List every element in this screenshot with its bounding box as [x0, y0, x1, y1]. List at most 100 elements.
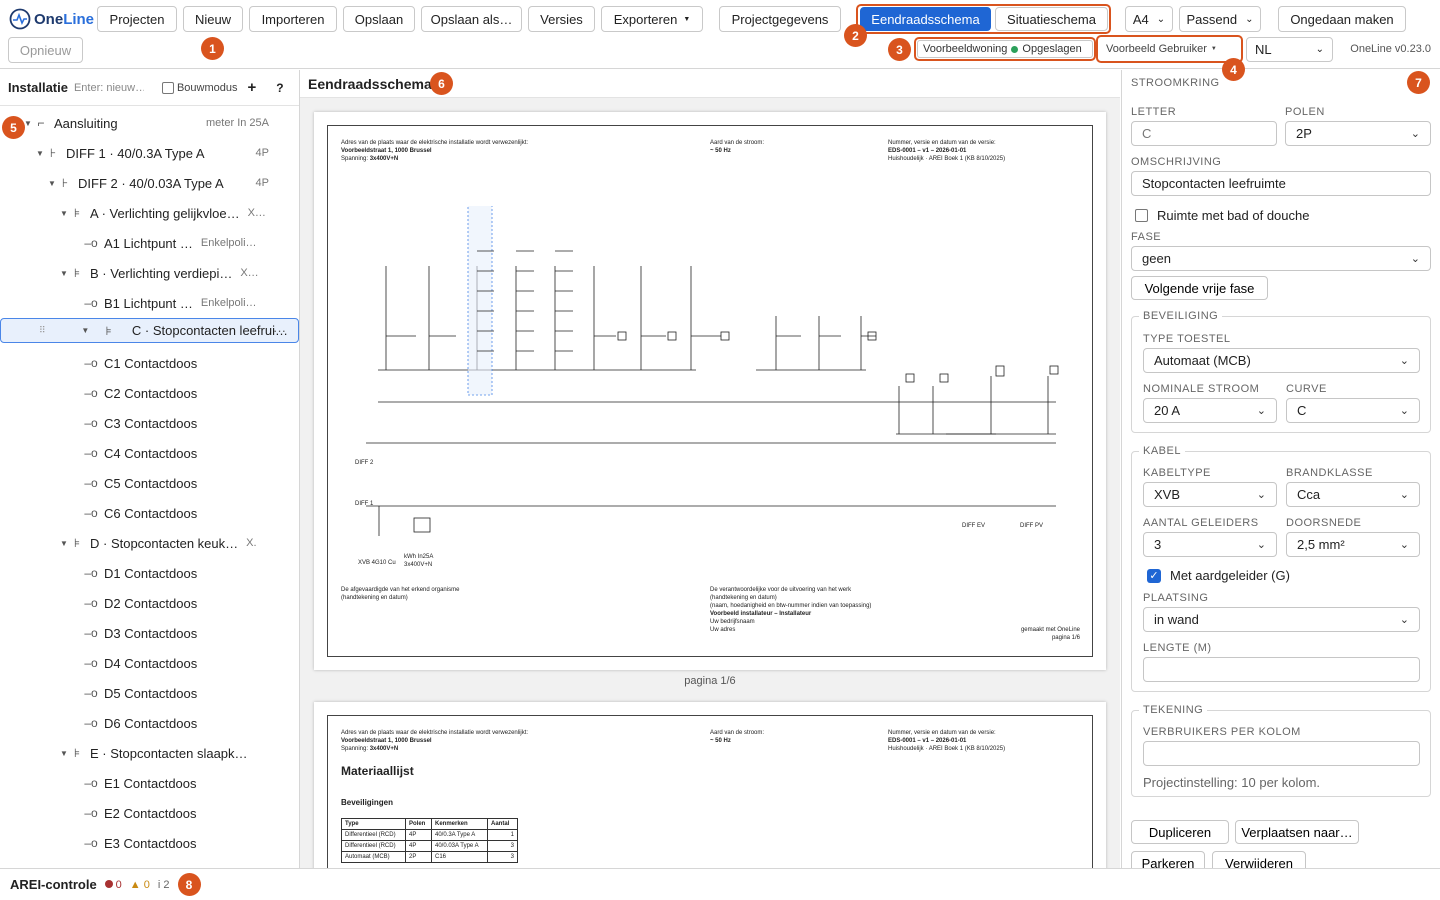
cable-type-select[interactable]: XVB ⌄	[1143, 482, 1277, 507]
move-to-button[interactable]: Verplaatsen naar…	[1235, 820, 1359, 844]
per-column-label: Verbruikers per kolom	[1143, 726, 1301, 738]
phase-select[interactable]: geen ⌄	[1131, 246, 1431, 271]
tree-row[interactable]: ▼ ⊧ D · Stopcontacten keuk… X.	[0, 528, 299, 558]
language-select[interactable]: NL ⌄	[1246, 37, 1333, 62]
tree-row[interactable]: –o E1 Contactdoos	[0, 768, 299, 798]
zoom-fit-select[interactable]: Passend ⌄	[1179, 6, 1261, 32]
tree-row[interactable]: ▼ ⊦ DIFF 2 · 40/0.03A Type A 4P	[0, 168, 299, 198]
tree-row[interactable]: –o B1 Lichtpunt … Enkelpoli…	[0, 288, 299, 318]
paper-size-select[interactable]: A4 ⌄	[1125, 6, 1173, 32]
properties-panel: Stroomkring 7 Letter C Polen 2P ⌄ Omschri…	[1121, 70, 1440, 868]
tree-row[interactable]: ▼ ⊧ E · Stopcontacten slaapk…	[0, 738, 299, 768]
error-count[interactable]: 0	[104, 879, 122, 891]
import-button[interactable]: Importeren	[249, 6, 337, 32]
project-status-pill[interactable]: Voorbeeldwoning Opgeslagen	[917, 40, 1093, 58]
tree-row[interactable]: –o C6 Contactdoos	[0, 498, 299, 528]
build-mode-checkbox[interactable]	[161, 81, 174, 94]
device-type-select[interactable]: Automaat (MCB) ⌄	[1143, 348, 1420, 373]
tree-row[interactable]: ▼ ⊧ B · Verlichting verdiepi… X…	[0, 258, 299, 288]
expand-toggle-icon[interactable]: ▼	[58, 749, 70, 758]
cross-section-select[interactable]: 2,5 mm² ⌄	[1286, 532, 1420, 557]
tab-single-line-diagram[interactable]: Eendraadsschema	[860, 7, 991, 31]
earth-conductor-toggle[interactable]: ✓ Met aardgeleider (G)	[1147, 568, 1290, 583]
save-as-button[interactable]: Opslaan als…	[421, 6, 522, 32]
tab-situation-diagram[interactable]: Situatieschema	[995, 7, 1108, 31]
chevron-down-icon: ⌄	[1410, 253, 1420, 265]
tree-row[interactable]: –o C1 Contactdoos	[0, 348, 299, 378]
length-input[interactable]	[1143, 657, 1420, 682]
bath-room-checkbox[interactable]	[1135, 209, 1148, 222]
projects-button[interactable]: Projecten	[97, 6, 177, 32]
tree-row-label: C · Stopcontacten leefrui…	[131, 323, 288, 338]
tree-row[interactable]: –o C5 Contactdoos	[0, 468, 299, 498]
tree-row[interactable]: ▼ ⊦ DIFF 1 · 40/0.3A Type A 4P	[0, 138, 299, 168]
tree-row[interactable]: –o D2 Contactdoos	[0, 588, 299, 618]
nominal-current-select[interactable]: 20 A ⌄	[1143, 398, 1277, 423]
consumer-icon: –o	[84, 416, 98, 430]
meter-label: kWh In25A 3x400V+N	[404, 554, 434, 568]
export-button[interactable]: Exporteren ▼	[601, 6, 703, 32]
new-button[interactable]: Nieuw	[183, 6, 243, 32]
single-line-schematic[interactable]	[336, 206, 1086, 536]
consumer-icon: –o	[84, 596, 98, 610]
check-icon[interactable]: ✓	[1147, 568, 1161, 583]
tree-row[interactable]: ▼ ⊧ A · Verlichting gelijkvloe… X…	[0, 198, 299, 228]
description-input[interactable]: Stopcontacten leefruimte	[1131, 171, 1431, 196]
user-name: Voorbeeld Gebruiker	[1106, 43, 1207, 55]
project-data-button[interactable]: Projectgegevens	[719, 6, 841, 32]
tree-row[interactable]: –o C2 Contactdoos	[0, 378, 299, 408]
table-row: Automaat (MCB) 2P C16 3	[341, 851, 518, 863]
versions-button[interactable]: Versies	[528, 6, 595, 32]
tree-row[interactable]: –o D6 Contactdoos	[0, 708, 299, 738]
arei-check-title[interactable]: AREI-controle	[10, 877, 97, 892]
tree-row[interactable]: ▼ ⌐ Aansluiting meter In 25A	[0, 108, 299, 138]
expand-toggle-icon[interactable]: ▼	[46, 179, 58, 188]
letter-input[interactable]: C	[1131, 121, 1277, 146]
expand-toggle-icon[interactable]: ▼	[34, 149, 46, 158]
curve-select[interactable]: C ⌄	[1286, 398, 1420, 423]
tree-row[interactable]: –o D4 Contactdoos	[0, 648, 299, 678]
tree-row-label: D1 Contactdoos	[104, 565, 198, 581]
expand-toggle-icon[interactable]: ▼	[58, 269, 70, 278]
conductors-select[interactable]: 3 ⌄	[1143, 532, 1277, 557]
info-count[interactable]: i 2	[158, 879, 170, 891]
user-menu[interactable]: Voorbeeld Gebruiker ▼	[1101, 40, 1238, 58]
build-mode-toggle[interactable]: Bouwmodus	[161, 81, 238, 94]
delete-button[interactable]: Verwijderen	[1212, 851, 1306, 868]
tree-row[interactable]: –o E3 Contactdoos	[0, 828, 299, 858]
expand-toggle-icon[interactable]: ▼	[58, 539, 70, 548]
tree-row[interactable]: –o C4 Contactdoos	[0, 438, 299, 468]
new-item-input[interactable]: Enter: nieuw…	[74, 82, 144, 94]
diagram-canvas: Eendraadsschema 6 Adres van de plaats wa…	[300, 70, 1120, 868]
table-cell: Differentieel (RCD)	[341, 840, 406, 852]
placement-select[interactable]: in wand ⌄	[1143, 607, 1420, 632]
per-column-input[interactable]	[1143, 741, 1420, 766]
tree-row[interactable]: –o D5 Contactdoos	[0, 678, 299, 708]
bath-room-toggle[interactable]: Ruimte met bad of douche	[1135, 208, 1309, 223]
fire-class-select[interactable]: Cca ⌄	[1286, 482, 1420, 507]
more-options-icon[interactable]: ···	[273, 323, 286, 338]
help-icon[interactable]: ?	[276, 81, 283, 95]
add-icon[interactable]: +	[248, 79, 257, 96]
tree-row[interactable]: –o E2 Contactdoos	[0, 798, 299, 828]
park-button[interactable]: Parkeren	[1131, 851, 1205, 868]
duplicate-button[interactable]: Dupliceren	[1131, 820, 1229, 844]
drag-handle-icon[interactable]: ⠿	[39, 325, 46, 336]
save-button[interactable]: Opslaan	[343, 6, 415, 32]
tree-row[interactable]: ⠿ ▼ ⊧ C · Stopcontacten leefrui… ···	[0, 318, 299, 343]
tree-row[interactable]: –o A1 Lichtpunt … Enkelpoli…	[0, 228, 299, 258]
chevron-down-icon: ⌄	[1399, 405, 1409, 417]
number-block: Nummer, versie en datum van de versie: E…	[888, 140, 1006, 162]
undo-button[interactable]: Ongedaan maken	[1278, 6, 1406, 32]
tree-row[interactable]: –o D3 Contactdoos	[0, 618, 299, 648]
poles-select[interactable]: 2P ⌄	[1285, 121, 1431, 146]
tree-row[interactable]: –o D1 Contactdoos	[0, 558, 299, 588]
expand-toggle-icon[interactable]: ▼	[58, 209, 70, 218]
table-cell: 4P	[405, 840, 432, 852]
warning-count[interactable]: ▲ 0	[130, 879, 150, 891]
tree-row-label: A · Verlichting gelijkvloe…	[90, 205, 240, 221]
redo-button[interactable]: Opnieuw	[8, 37, 83, 63]
expand-toggle-icon[interactable]: ▼	[79, 326, 91, 335]
next-free-phase-button[interactable]: Volgende vrije fase	[1131, 276, 1268, 300]
tree-row[interactable]: –o C3 Contactdoos	[0, 408, 299, 438]
